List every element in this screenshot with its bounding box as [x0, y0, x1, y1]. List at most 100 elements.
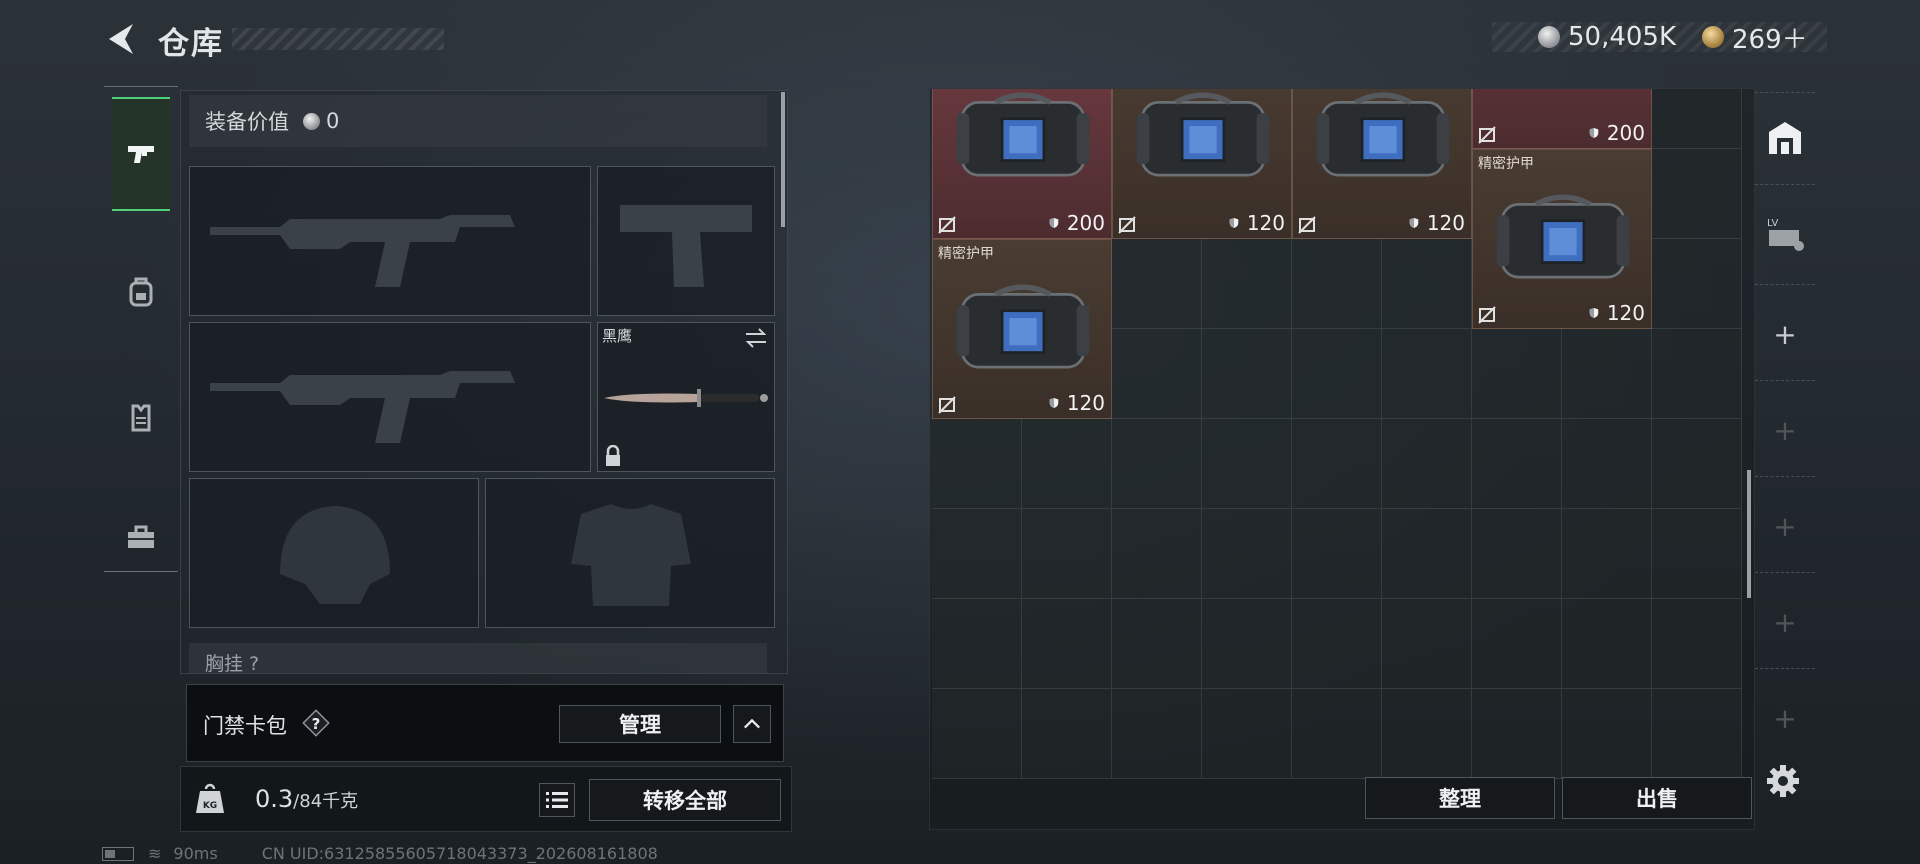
grid-cell[interactable] [1652, 599, 1742, 689]
ping-value: 90ms [173, 844, 218, 863]
grid-cell[interactable] [1022, 599, 1112, 689]
grid-cell[interactable] [1472, 599, 1562, 689]
keycard-bar: 门禁卡包 ? 管理 [186, 684, 784, 762]
grid-cell[interactable] [1292, 599, 1382, 689]
tab-vest[interactable] [112, 362, 170, 472]
grid-cell[interactable] [1382, 329, 1472, 419]
grid-cell[interactable] [1292, 419, 1382, 509]
grid-cell[interactable] [1652, 239, 1742, 329]
grid-cell[interactable] [932, 599, 1022, 689]
grid-cell[interactable] [1382, 239, 1472, 329]
durability: 200 [1049, 211, 1105, 235]
level-storage-icon[interactable]: LV [1765, 214, 1805, 254]
grid-cell[interactable] [1292, 239, 1382, 329]
grid-cell[interactable] [1382, 599, 1472, 689]
collapse-button[interactable] [733, 705, 771, 743]
grid-cell[interactable] [1472, 509, 1562, 599]
melee-slot[interactable]: 黑鹰 [597, 322, 775, 472]
chest-rig-label[interactable]: 胸挂 ? [189, 643, 767, 673]
grid-cell[interactable] [1562, 329, 1652, 419]
grid-cell[interactable] [1112, 689, 1202, 779]
durability: 200 [1589, 121, 1645, 145]
grid-cell[interactable] [1472, 689, 1562, 779]
grid-cell[interactable] [1652, 149, 1742, 239]
item-name: 精密护甲 [938, 246, 994, 262]
grid-cell[interactable] [1022, 419, 1112, 509]
grid-cell[interactable] [932, 419, 1022, 509]
grid-cell[interactable] [1652, 89, 1742, 149]
sell-button[interactable]: 出售 [1562, 777, 1752, 819]
grid-cell[interactable] [1652, 689, 1742, 779]
grid-cell[interactable] [932, 509, 1022, 599]
grid-cell[interactable] [1112, 239, 1202, 329]
armor-slot[interactable] [485, 478, 775, 628]
grid-cell[interactable] [1202, 689, 1292, 779]
item-name: 精密护甲 [1478, 156, 1534, 172]
toolbox-icon [128, 525, 154, 548]
grid-cell[interactable] [1562, 509, 1652, 599]
grid-cell[interactable] [1652, 419, 1742, 509]
grid-cell[interactable] [1022, 509, 1112, 599]
grid-cell[interactable] [1382, 509, 1472, 599]
storage-grid: 200 120 120 200 精密护甲 120 精密护甲 120 [932, 89, 1742, 779]
sidearm-slot[interactable] [597, 166, 775, 316]
gear-icon[interactable] [1766, 764, 1800, 798]
armor-item[interactable]: 120 [1292, 89, 1472, 239]
grid-cell[interactable] [1022, 689, 1112, 779]
grid-cell[interactable] [1292, 689, 1382, 779]
grid-cell[interactable] [1112, 329, 1202, 419]
grid-cell[interactable] [1472, 419, 1562, 509]
tab-weapons[interactable] [112, 97, 170, 211]
gold-currency[interactable]: 269＋ [1702, 22, 1808, 55]
armor-item[interactable]: 精密护甲 120 [1472, 149, 1652, 329]
helmet-slot[interactable] [189, 478, 479, 628]
shield-icon [1409, 215, 1423, 231]
grid-cell[interactable] [1382, 419, 1472, 509]
rifle-silhouette-icon [210, 371, 515, 443]
help-icon[interactable]: ? [301, 708, 331, 738]
manage-button[interactable]: 管理 [559, 705, 721, 743]
armor-item[interactable]: 200 [932, 89, 1112, 239]
grid-cell[interactable] [1562, 689, 1652, 779]
grid-cell[interactable] [1652, 509, 1742, 599]
loadout-panel: 装备价值 0 黑鹰 胸挂 ? [180, 90, 788, 674]
tab-toolbox[interactable] [112, 482, 170, 592]
weight-readout: 0.3/84千克 [255, 785, 358, 813]
grid-cell[interactable] [1202, 509, 1292, 599]
secondary-weapon-slot[interactable] [189, 322, 591, 472]
add-page-icon[interactable]: + [1765, 314, 1805, 354]
grid-cell[interactable] [1112, 509, 1202, 599]
grid-cell[interactable] [1562, 599, 1652, 689]
grid-cell[interactable] [1202, 239, 1292, 329]
grid-cell[interactable] [1562, 419, 1652, 509]
sort-button[interactable]: 整理 [1365, 777, 1555, 819]
grid-cell[interactable] [1202, 419, 1292, 509]
grid-cell[interactable] [1472, 329, 1562, 419]
grid-cell[interactable] [1292, 329, 1382, 419]
grid-cell[interactable] [1112, 599, 1202, 689]
silver-currency: 50,405K [1538, 22, 1676, 52]
warehouse-icon[interactable] [1765, 118, 1805, 158]
grid-cell[interactable] [932, 689, 1022, 779]
back-arrow-icon[interactable] [103, 20, 137, 58]
primary-weapon-slot[interactable] [189, 166, 591, 316]
storage-scrollbar[interactable] [1747, 470, 1751, 598]
grid-cell[interactable] [1292, 509, 1382, 599]
loadout-scrollbar[interactable] [781, 92, 785, 227]
grid-cell[interactable] [1382, 689, 1472, 779]
tab-backpack[interactable] [112, 237, 170, 347]
armor-item[interactable]: 精密护甲 120 [932, 239, 1112, 419]
backpack-icon [129, 277, 153, 307]
swap-icon[interactable] [744, 327, 768, 349]
gold-coin-icon [1702, 26, 1724, 48]
grid-cell[interactable] [1202, 329, 1292, 419]
armor-item[interactable]: 120 [1112, 89, 1292, 239]
grid-cell[interactable] [1652, 329, 1742, 419]
armor-item[interactable]: 200 [1472, 89, 1652, 149]
transfer-all-button[interactable]: 转移全部 [589, 779, 781, 821]
rifle-silhouette-icon [210, 215, 515, 287]
list-view-button[interactable] [539, 783, 575, 817]
melee-name: 黑鹰 [602, 327, 633, 345]
grid-cell[interactable] [1112, 419, 1202, 509]
grid-cell[interactable] [1202, 599, 1292, 689]
